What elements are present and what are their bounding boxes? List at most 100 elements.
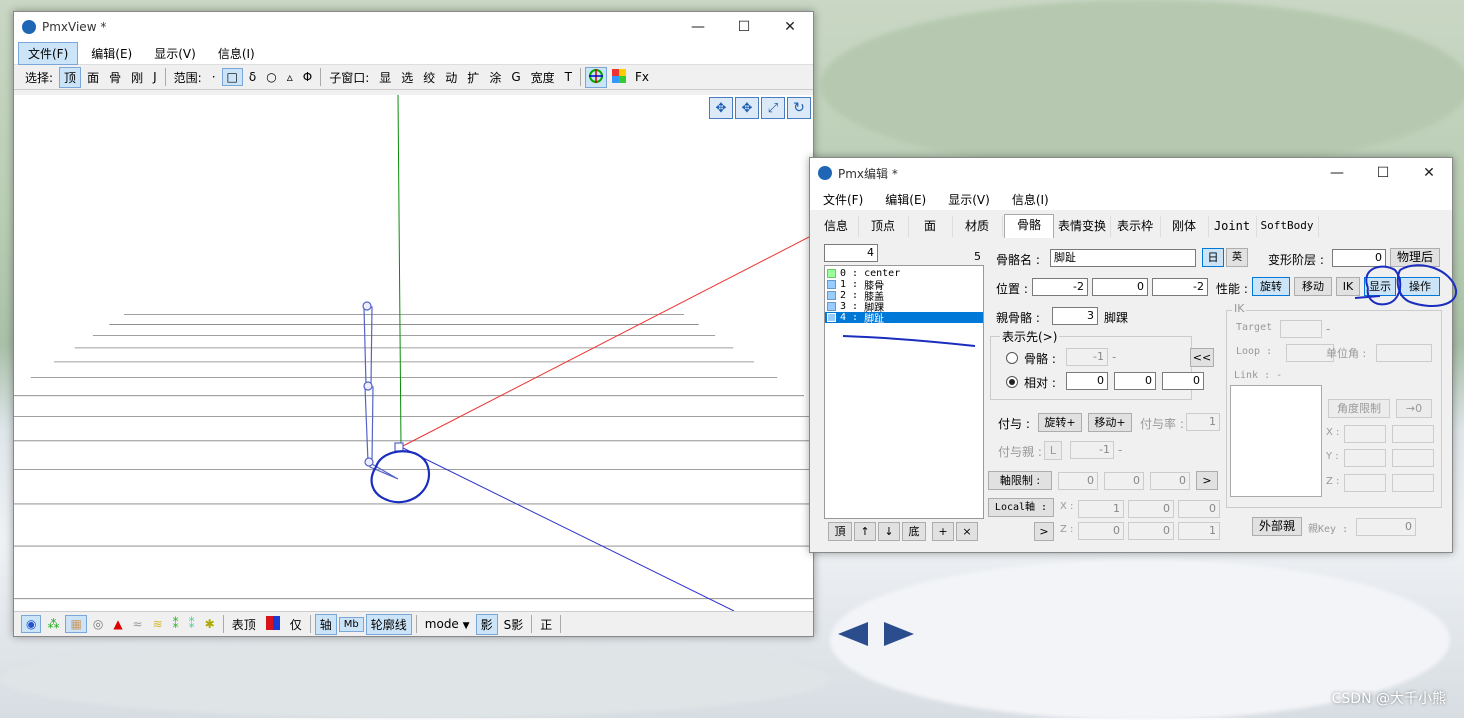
menu-view[interactable]: 显示(V) <box>939 189 999 210</box>
tab-material[interactable]: 材质 <box>952 216 1003 237</box>
local-x-2-field[interactable]: 0 <box>1128 500 1174 518</box>
tab-joint[interactable]: Joint <box>1208 216 1257 237</box>
mmd-button[interactable]: Mb <box>338 616 364 632</box>
subwin-width-button[interactable]: 宽度 <box>527 68 559 87</box>
maximize-icon[interactable]: ☐ <box>721 12 767 42</box>
axis-limit-y-field[interactable]: 0 <box>1104 472 1144 490</box>
rotate-icon[interactable]: ↻ <box>787 97 811 119</box>
list-item[interactable]: 1 : 膝骨 <box>825 279 983 292</box>
tab-display-frame[interactable]: 表示枠 <box>1110 216 1161 237</box>
delete-bone-button[interactable]: × <box>956 522 978 541</box>
relative-x-field[interactable]: 0 <box>1066 372 1108 390</box>
after-physics-button[interactable]: 物理后 <box>1390 248 1440 267</box>
reset-zero-button[interactable]: →0 <box>1396 399 1432 418</box>
position-y-field[interactable]: 0 <box>1092 278 1148 296</box>
range-phi-button[interactable]: Φ <box>299 69 316 85</box>
expression-top-button[interactable]: 表顶 <box>228 615 260 634</box>
subwin-narrow-button[interactable]: 绞 <box>419 68 439 87</box>
local-z-3-field[interactable]: 1 <box>1178 522 1220 540</box>
bone-name-field[interactable]: 脚趾 <box>1050 249 1196 267</box>
tab-info[interactable]: 信息 <box>814 216 859 237</box>
local-x-3-field[interactable]: 0 <box>1178 500 1220 518</box>
list-item[interactable]: 0 : center <box>825 268 983 279</box>
range-rect-button[interactable]: □ <box>221 68 243 86</box>
range-point-button[interactable]: · <box>208 69 220 85</box>
menu-view[interactable]: 显示(V) <box>145 43 205 64</box>
self-shadow-button[interactable]: S影 <box>500 615 528 634</box>
list-item[interactable]: 3 : 脚踝 <box>825 301 983 314</box>
range-triangle-button[interactable]: ▵ <box>283 69 297 85</box>
ik-y-min-field[interactable] <box>1344 449 1386 467</box>
operable-toggle[interactable]: 操作 <box>1400 277 1440 296</box>
range-circle-button[interactable]: ○ <box>262 69 280 85</box>
ortho-button[interactable]: 正 <box>536 615 556 634</box>
target-icon[interactable] <box>585 66 607 88</box>
local-z-2-field[interactable]: 0 <box>1128 522 1174 540</box>
move-toggle[interactable]: 移动 <box>1294 277 1332 296</box>
grant-local-button[interactable]: L <box>1044 441 1062 460</box>
rotate-toggle[interactable]: 旋转 <box>1252 277 1290 296</box>
move-down-button[interactable]: ↓ <box>878 522 900 541</box>
ik-x-max-field[interactable] <box>1392 425 1434 443</box>
bone-display-icon[interactable]: ⁑ <box>169 616 183 632</box>
parent-key-field[interactable]: 0 <box>1356 518 1416 536</box>
tab-rigid-body[interactable]: 刚体 <box>1160 216 1209 237</box>
shadow-button[interactable]: 影 <box>475 613 498 635</box>
position-x-field[interactable]: -2 <box>1032 278 1088 296</box>
relative-z-field[interactable]: 0 <box>1162 372 1204 390</box>
relative-y-field[interactable]: 0 <box>1114 372 1156 390</box>
only-button[interactable]: 仅 <box>286 615 306 634</box>
collapse-button[interactable]: << <box>1190 348 1214 367</box>
visible-toggle[interactable]: 显示 <box>1364 277 1396 296</box>
select-joint-button[interactable]: J <box>149 69 161 85</box>
normal-display-icon[interactable]: ≋ <box>149 616 167 632</box>
grant-move-button[interactable]: 移动+ <box>1088 413 1132 432</box>
axis-limit-button[interactable]: 軸限制 : <box>988 471 1052 490</box>
weight-display-icon[interactable]: ◎ <box>89 616 107 632</box>
tab-morph[interactable]: 表情变换 <box>1054 216 1111 237</box>
move-bottom-button[interactable]: 底 <box>902 522 926 541</box>
close-icon[interactable]: ✕ <box>1406 158 1452 188</box>
fx-button[interactable]: Fx <box>631 69 653 85</box>
grant-rate-field[interactable]: 1 <box>1186 413 1220 431</box>
local-z-1-field[interactable]: 0 <box>1078 522 1124 540</box>
texture-display-icon[interactable]: ▦ <box>65 615 87 633</box>
ik-z-max-field[interactable] <box>1392 474 1434 492</box>
select-rigid-button[interactable]: 刚 <box>127 68 147 87</box>
minimize-icon[interactable]: — <box>1314 158 1360 188</box>
local-axis-arrow-button[interactable]: > <box>1034 522 1054 541</box>
joint-display-icon[interactable]: ✱ <box>201 616 219 632</box>
move-icon[interactable]: ✥ <box>735 97 759 119</box>
line-display-icon[interactable]: ≈ <box>129 616 147 632</box>
position-z-field[interactable]: -2 <box>1152 278 1208 296</box>
axis-limit-arrow-button[interactable]: > <box>1196 471 1218 490</box>
menu-info[interactable]: 信息(I) <box>1003 189 1058 210</box>
ik-x-min-field[interactable] <box>1344 425 1386 443</box>
grant-rotate-button[interactable]: 旋转+ <box>1038 413 1082 432</box>
local-axis-button[interactable]: Local軸 : <box>988 498 1054 517</box>
angle-limit-button[interactable]: 角度限制 <box>1328 399 1390 418</box>
3d-viewport[interactable]: ✥ ✥ ⤢ ↻ <box>14 95 813 611</box>
axis-limit-z-field[interactable]: 0 <box>1150 472 1190 490</box>
subwin-select-button[interactable]: 选 <box>397 68 417 87</box>
parent-bone-field[interactable]: 3 <box>1052 307 1098 325</box>
ik-target-field[interactable] <box>1280 320 1322 338</box>
move-up-button[interactable]: ↑ <box>854 522 876 541</box>
list-item-selected[interactable]: 4 : 脚趾 <box>825 312 983 325</box>
mode-dropdown[interactable]: mode ▼ <box>421 616 474 632</box>
tab-face[interactable]: 面 <box>908 216 953 237</box>
pan-icon[interactable]: ✥ <box>709 97 733 119</box>
viewport-canvas[interactable] <box>14 95 813 611</box>
face-display-icon[interactable]: ▲ <box>109 616 126 632</box>
subwin-t-button[interactable]: T <box>561 69 576 85</box>
vertex-display-icon[interactable]: ◉ <box>21 615 42 633</box>
select-vertex-button[interactable]: 顶 <box>59 66 82 88</box>
subwin-show-button[interactable]: 显 <box>375 68 395 87</box>
minimize-icon[interactable]: — <box>675 12 721 42</box>
grant-parent-field[interactable]: -1 <box>1070 441 1114 459</box>
bone-list[interactable]: 0 : center 1 : 膝骨 2 : 膝盖 3 : 脚踝 4 : 脚趾 <box>824 265 984 519</box>
subwin-g-button[interactable]: G <box>507 69 524 85</box>
range-delta-button[interactable]: δ <box>245 69 260 85</box>
local-x-1-field[interactable]: 1 <box>1078 500 1124 518</box>
ik-z-min-field[interactable] <box>1344 474 1386 492</box>
